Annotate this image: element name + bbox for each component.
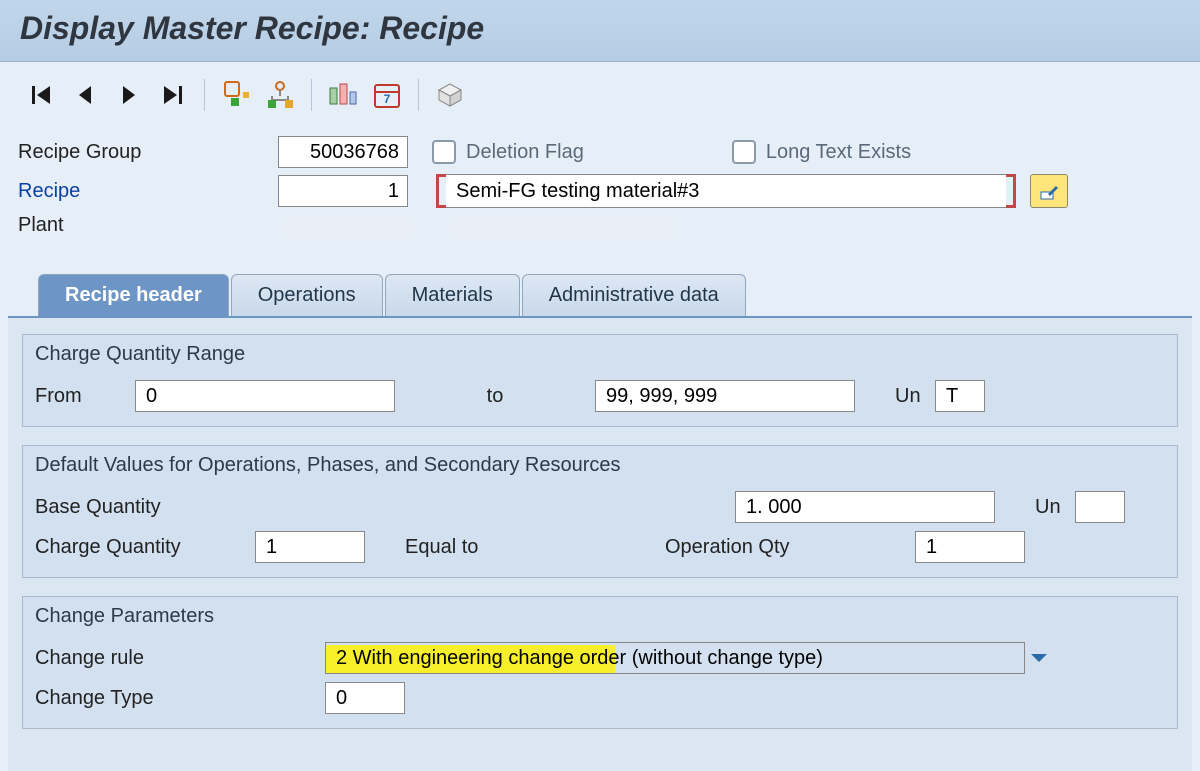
- charge-range-title: Charge Quantity Range: [23, 335, 1177, 376]
- dropdown-icon[interactable]: [1031, 654, 1047, 662]
- header-fields: Recipe Group Deletion Flag Long Text Exi…: [0, 128, 1200, 270]
- svg-text:7: 7: [384, 92, 391, 106]
- box-icon: [435, 80, 465, 110]
- title-bar: Display Master Recipe: Recipe: [0, 0, 1200, 62]
- recipe-label[interactable]: Recipe: [18, 180, 278, 203]
- plant-label: Plant: [18, 214, 278, 237]
- long-text-checkbox[interactable]: [732, 140, 756, 164]
- copy-hierarchy-icon: [221, 80, 251, 110]
- change-type-label: Change Type: [35, 687, 325, 710]
- to-label: to: [395, 385, 595, 408]
- copy-hierarchy-button[interactable]: [217, 76, 255, 114]
- recipe-group-input[interactable]: [278, 136, 408, 168]
- pencil-icon: [1038, 180, 1060, 202]
- recipe-description-wrap: [436, 174, 1016, 208]
- group-default-values: Default Values for Operations, Phases, a…: [22, 445, 1178, 578]
- from-input[interactable]: [135, 380, 395, 412]
- last-icon: [162, 84, 184, 106]
- deletion-flag-checkbox[interactable]: [432, 140, 456, 164]
- first-record-button[interactable]: [22, 76, 60, 114]
- toolbar-separator: [311, 79, 312, 111]
- tab-admin-data[interactable]: Administrative data: [522, 274, 746, 316]
- tab-strip: Recipe header Operations Materials Admin…: [38, 270, 1192, 316]
- operation-qty-input[interactable]: [915, 531, 1025, 563]
- tab-body: Charge Quantity Range From to Un Default…: [8, 316, 1192, 771]
- first-icon: [30, 84, 52, 106]
- capacity-icon: [328, 80, 358, 110]
- from-label: From: [35, 385, 135, 408]
- bracket-right-icon: [1006, 174, 1016, 208]
- prev-record-button[interactable]: [66, 76, 104, 114]
- calendar-icon: 7: [372, 80, 402, 110]
- group-change-params: Change Parameters Change rule Change Typ…: [22, 596, 1178, 729]
- defaults-unit-label: Un: [1035, 496, 1075, 519]
- base-qty-input[interactable]: [735, 491, 995, 523]
- change-rule-label: Change rule: [35, 647, 325, 670]
- plant-value-redacted: [278, 214, 418, 242]
- equal-to-label: Equal to: [405, 536, 665, 559]
- defaults-unit-input[interactable]: [1075, 491, 1125, 523]
- to-input[interactable]: [595, 380, 855, 412]
- next-record-button[interactable]: [110, 76, 148, 114]
- tree-structure-button[interactable]: [261, 76, 299, 114]
- tabs-container: Recipe header Operations Materials Admin…: [0, 270, 1200, 771]
- last-record-button[interactable]: [154, 76, 192, 114]
- change-rule-dropdown[interactable]: [325, 642, 1025, 674]
- page-title: Display Master Recipe: Recipe: [20, 10, 1180, 47]
- tree-icon: [265, 80, 295, 110]
- long-text-label: Long Text Exists: [766, 141, 911, 164]
- charge-qty-input[interactable]: [255, 531, 365, 563]
- tab-materials[interactable]: Materials: [385, 274, 520, 316]
- scheduling-button[interactable]: 7: [368, 76, 406, 114]
- recipe-input[interactable]: [278, 175, 408, 207]
- deletion-flag-label: Deletion Flag: [466, 141, 584, 164]
- box-button[interactable]: [431, 76, 469, 114]
- operation-qty-label: Operation Qty: [665, 536, 915, 559]
- recipe-description-input[interactable]: [446, 174, 1006, 208]
- tab-operations[interactable]: Operations: [231, 274, 383, 316]
- next-icon: [119, 84, 139, 106]
- unit-label: Un: [895, 385, 935, 408]
- recipe-group-label: Recipe Group: [18, 141, 278, 164]
- toolbar-separator: [204, 79, 205, 111]
- base-qty-label: Base Quantity: [35, 496, 735, 519]
- change-params-title: Change Parameters: [23, 597, 1177, 638]
- bracket-left-icon: [436, 174, 446, 208]
- prev-icon: [75, 84, 95, 106]
- edit-description-button[interactable]: [1030, 174, 1068, 208]
- tab-recipe-header[interactable]: Recipe header: [38, 274, 229, 316]
- default-values-title: Default Values for Operations, Phases, a…: [23, 446, 1177, 487]
- unit-input[interactable]: [935, 380, 985, 412]
- charge-qty-label: Charge Quantity: [35, 536, 255, 559]
- plant-desc-redacted: [448, 214, 678, 242]
- capacity-button[interactable]: [324, 76, 362, 114]
- group-charge-range: Charge Quantity Range From to Un: [22, 334, 1178, 427]
- toolbar: 7: [0, 62, 1200, 128]
- toolbar-separator: [418, 79, 419, 111]
- change-type-input[interactable]: [325, 682, 405, 714]
